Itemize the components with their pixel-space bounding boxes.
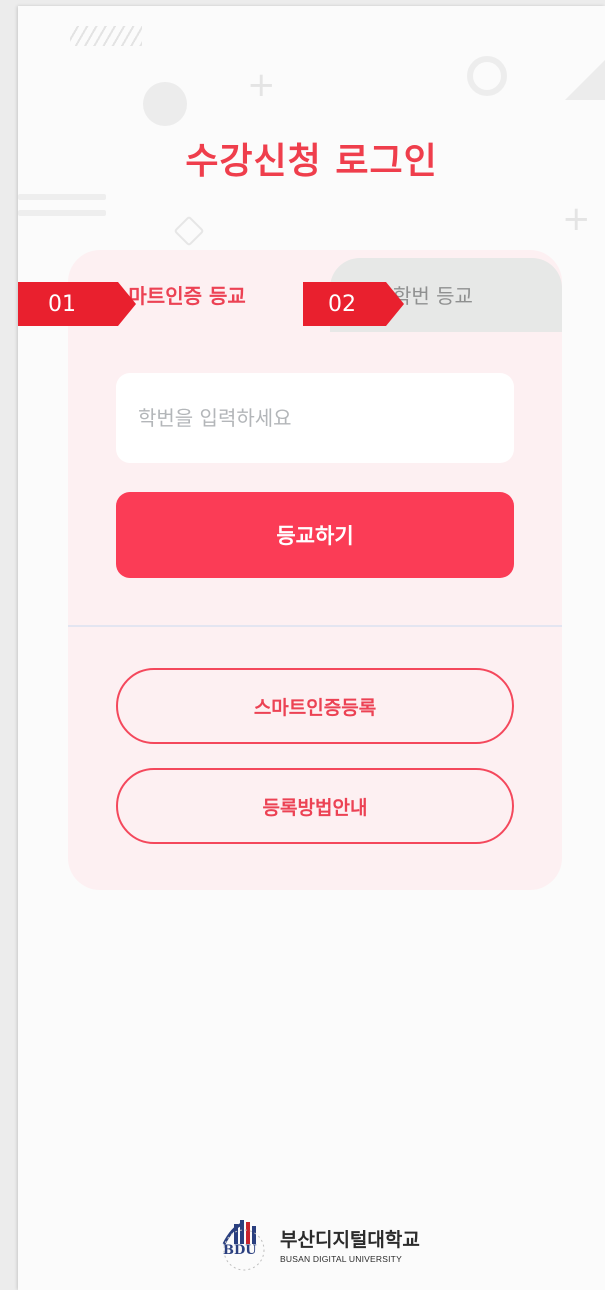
step-badge-01: 01 (18, 282, 136, 326)
bdu-emblem-icon: BDU (218, 1216, 274, 1272)
school-name-en: BUSAN DIGITAL UNIVERSITY (280, 1253, 402, 1264)
plus-decoration: + (247, 65, 276, 105)
step-badge-02: 02 (303, 282, 404, 326)
registration-guide-button[interactable]: 등록방법안내 (116, 768, 514, 844)
login-card: 스마트인증 등교 학번 등교 등교하기 스마트인증등록 등록방법안내 (68, 250, 562, 890)
smart-auth-register-button[interactable]: 스마트인증등록 (116, 668, 514, 744)
hatch-decoration (70, 26, 142, 46)
ring-decoration (467, 56, 507, 96)
bar-decoration (18, 194, 106, 200)
page-title: 수강신청 로그인 (185, 141, 438, 182)
mobile-screen: + + 수강신청 로그인 스마트인증 등교 학번 등교 등교하기 스마트인증등록… (18, 6, 605, 1290)
student-id-input[interactable] (116, 373, 514, 463)
bar-decoration (18, 210, 106, 216)
logo-text: 부산디지털대학교 BUSAN DIGITAL UNIVERSITY (280, 1225, 420, 1264)
tab-student-id-label[interactable]: 학번 등교 (393, 280, 473, 309)
attend-button[interactable]: 등교하기 (116, 492, 514, 578)
cube-decoration (173, 215, 205, 247)
emblem-text: BDU (223, 1243, 257, 1258)
plus-decoration: + (562, 199, 591, 239)
divider (68, 625, 562, 627)
university-logo: BDU 부산디지털대학교 BUSAN DIGITAL UNIVERSITY (218, 1216, 420, 1272)
triangle-decoration (565, 60, 605, 100)
circle-decoration (143, 82, 187, 126)
school-name-ko: 부산디지털대학교 (280, 1228, 420, 1251)
